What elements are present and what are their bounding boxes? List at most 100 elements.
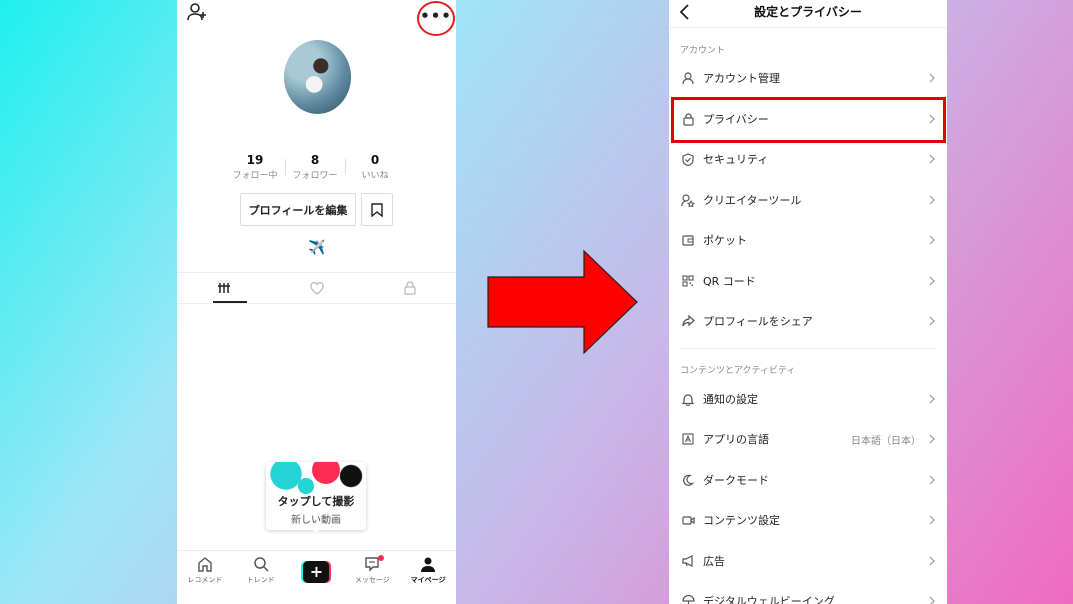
settings-item-account-management[interactable]: アカウント管理 — [669, 58, 947, 98]
settings-item-label: デジタルウェルビーイング — [703, 595, 835, 604]
settings-item-label: セキュリティ — [703, 153, 769, 166]
wallet-icon — [680, 232, 696, 248]
followers-stat[interactable]: 8 フォロワー — [285, 153, 345, 181]
bookmark-icon — [371, 202, 383, 217]
right-arrow-icon — [487, 249, 638, 355]
card-pointer — [311, 528, 321, 533]
current-language-value: 日本語（日本） — [851, 435, 921, 447]
tab-videos[interactable] — [177, 273, 270, 303]
followers-count: 8 — [310, 153, 320, 167]
settings-item-app-language[interactable]: アプリの言語 日本語（日本） — [669, 419, 947, 459]
settings-item-label: プロフィールをシェア — [703, 315, 813, 328]
chevron-right-icon — [929, 154, 935, 164]
more-options-button[interactable]: ••• — [417, 1, 455, 36]
settings-item-ads[interactable]: 広告 — [669, 541, 947, 581]
chevron-right-icon — [929, 276, 935, 286]
settings-item-label: QR コード — [703, 275, 756, 288]
divider — [177, 303, 456, 304]
moon-icon — [680, 472, 696, 488]
settings-item-label: 通知の設定 — [703, 393, 758, 406]
creator-icon — [680, 192, 696, 208]
bell-icon — [680, 391, 696, 407]
profile-stats: 19 フォロー中 8 フォロワー 0 いいね — [225, 153, 405, 181]
privacy-highlight-box — [671, 97, 946, 143]
nav-trend[interactable]: トレンド — [233, 551, 289, 604]
chevron-right-icon — [929, 394, 935, 404]
settings-item-share-profile[interactable]: プロフィールをシェア — [669, 301, 947, 341]
following-count: 19 — [246, 153, 264, 167]
settings-item-label: アカウント管理 — [703, 72, 780, 85]
chevron-right-icon — [929, 73, 935, 83]
settings-item-label: クリエイターツール — [703, 194, 802, 207]
nav-inbox[interactable]: メッセージ — [344, 551, 400, 604]
settings-item-qr-code[interactable]: QR コード — [669, 261, 947, 301]
settings-item-label: アプリの言語 — [703, 433, 769, 446]
person-icon — [680, 70, 696, 86]
settings-item-digital-wellbeing[interactable]: デジタルウェルビーイング — [669, 581, 947, 604]
settings-screen: 設定とプライバシー アカウント アカウント管理 プライバシー セキュリティ クリ… — [669, 0, 947, 604]
settings-item-wallet[interactable]: ポケット — [669, 220, 947, 260]
megaphone-icon — [680, 553, 696, 569]
page-title: 設定とプライバシー — [754, 5, 862, 19]
following-stat[interactable]: 19 フォロー中 — [225, 153, 285, 181]
settings-item-notifications[interactable]: 通知の設定 — [669, 379, 947, 419]
chevron-right-icon — [929, 515, 935, 525]
settings-item-dark-mode[interactable]: ダークモード — [669, 460, 947, 500]
bottom-navigation: レコメンド トレンド + メッセージ マイページ — [177, 550, 456, 604]
chevron-right-icon — [929, 316, 935, 326]
followers-label: フォロワー — [292, 171, 338, 181]
bookmark-button[interactable] — [361, 193, 393, 226]
search-icon — [253, 557, 269, 572]
tab-private[interactable] — [363, 273, 456, 303]
more-icon: ••• — [420, 6, 452, 25]
settings-item-label: ダークモード — [703, 474, 769, 487]
chevron-right-icon — [929, 434, 935, 444]
profile-icon — [421, 557, 436, 572]
qr-icon — [680, 273, 696, 289]
settings-header: 設定とプライバシー — [669, 0, 947, 28]
settings-item-label: 広告 — [703, 555, 725, 568]
settings-item-content-preferences[interactable]: コンテンツ設定 — [669, 500, 947, 540]
likes-count: 0 — [370, 153, 380, 167]
grid-icon — [217, 283, 230, 293]
chevron-right-icon — [929, 195, 935, 205]
settings-item-security[interactable]: セキュリティ — [669, 139, 947, 179]
settings-item-label: コンテンツ設定 — [703, 514, 780, 527]
section-divider — [680, 348, 936, 349]
notification-dot — [378, 555, 385, 561]
nav-home[interactable]: レコメンド — [177, 551, 233, 604]
home-icon — [198, 557, 212, 572]
create-plus-icon: + — [301, 561, 332, 583]
avatar[interactable] — [284, 40, 351, 114]
profile-tabs — [177, 273, 456, 303]
section-title-content: コンテンツとアクティビティ — [680, 366, 796, 376]
edit-profile-button[interactable]: プロフィールを編集 — [240, 193, 356, 226]
umbrella-icon — [680, 593, 696, 604]
settings-item-label: ポケット — [703, 234, 747, 247]
likes-stat[interactable]: 0 いいね — [345, 153, 405, 181]
chevron-right-icon — [929, 556, 935, 566]
chevron-right-icon — [929, 475, 935, 485]
share-icon — [680, 313, 696, 329]
tab-liked[interactable] — [270, 273, 363, 303]
chevron-right-icon — [929, 596, 935, 604]
chevron-right-icon — [929, 235, 935, 245]
card-title: タップして撮影 — [277, 495, 355, 508]
video-icon — [680, 512, 696, 528]
language-icon — [680, 431, 696, 447]
nav-home-label: レコメンド — [187, 576, 223, 584]
bio-text: ✈️ — [308, 240, 326, 256]
add-friend-icon[interactable] — [187, 2, 207, 22]
tap-to-record-card[interactable]: タップして撮影 新しい動画 — [266, 462, 366, 530]
profile-screen: ••• 19 フォロー中 8 フォロワー 0 いいね プロフィールを編集 ✈️ — [177, 0, 456, 604]
nav-trend-label: トレンド — [246, 576, 275, 584]
shield-icon — [680, 151, 696, 167]
nav-inbox-label: メッセージ — [354, 576, 390, 584]
heart-icon — [309, 281, 324, 295]
nav-profile[interactable]: マイページ — [400, 551, 456, 604]
nav-create[interactable]: + — [289, 551, 345, 604]
lock-icon — [403, 281, 416, 295]
likes-label: いいね — [361, 171, 389, 181]
following-label: フォロー中 — [232, 171, 278, 181]
settings-item-creator-tools[interactable]: クリエイターツール — [669, 180, 947, 220]
